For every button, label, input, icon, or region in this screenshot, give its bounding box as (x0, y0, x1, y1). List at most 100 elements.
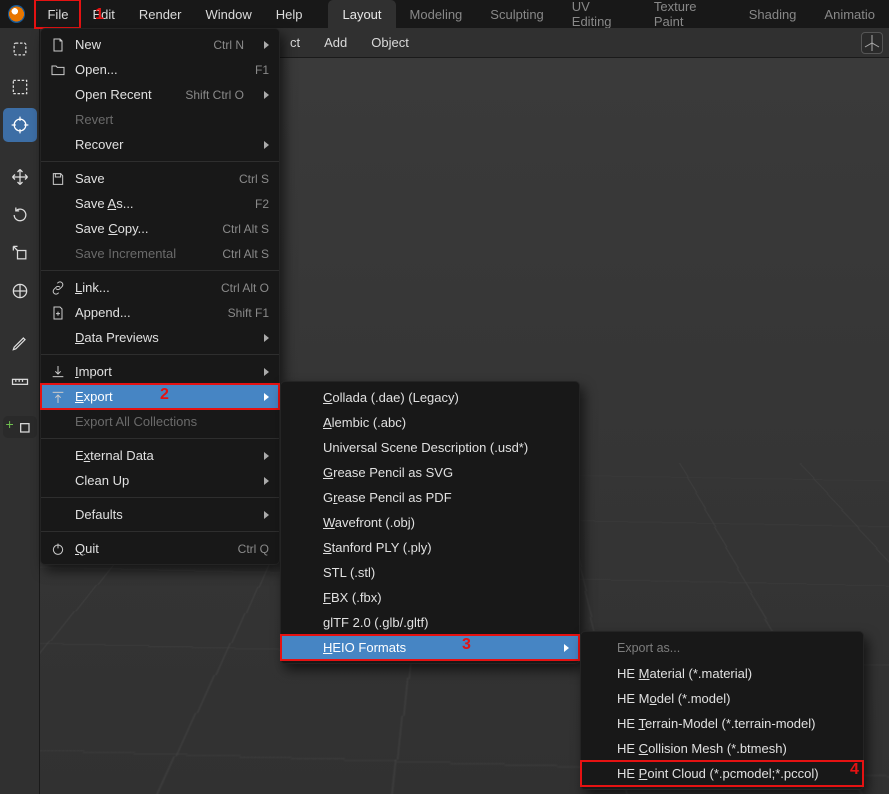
shortcut-text: Ctrl S (239, 172, 269, 186)
menu-edit[interactable]: Edit (80, 0, 126, 28)
tool-move[interactable] (3, 160, 37, 194)
heio-model[interactable]: HE Model (*.model) (581, 686, 863, 711)
tab-shading[interactable]: Shading (735, 0, 811, 28)
export-usd[interactable]: Universal Scene Description (.usd*) (281, 435, 579, 460)
tool-select-box[interactable] (3, 70, 37, 104)
file-append[interactable]: Append... Shift F1 (41, 300, 279, 325)
tool-annotate[interactable] (3, 326, 37, 360)
tool-rotate[interactable] (3, 198, 37, 232)
file-import[interactable]: Import (41, 359, 279, 384)
file-revert-label: Revert (75, 112, 269, 127)
file-import-label: Import (75, 364, 244, 379)
file-open[interactable]: Open... F1 (41, 57, 279, 82)
menu-separator (41, 531, 279, 532)
heio-header: Export as... (581, 635, 863, 661)
link-icon (49, 279, 67, 297)
file-link[interactable]: Link... Ctrl Alt O (41, 275, 279, 300)
export-icon (49, 388, 67, 406)
file-save[interactable]: Save Ctrl S (41, 166, 279, 191)
export-collada[interactable]: Collada (.dae) (Legacy) (281, 385, 579, 410)
file-save-copy[interactable]: Save Copy... Ctrl Alt S (41, 216, 279, 241)
export-gp-pdf[interactable]: Grease Pencil as PDF (281, 485, 579, 510)
submenu-arrow-icon (264, 91, 269, 99)
blank-icon (49, 472, 67, 490)
file-external-data[interactable]: External Data (41, 443, 279, 468)
submenu-arrow-icon (264, 41, 269, 49)
export-wavefront[interactable]: Wavefront (.obj) (281, 510, 579, 535)
blank-icon (49, 329, 67, 347)
tool-measure[interactable] (3, 364, 37, 398)
tab-modeling[interactable]: Modeling (396, 0, 477, 28)
shortcut-text: Ctrl Q (238, 542, 269, 556)
menu-separator (41, 354, 279, 355)
blank-icon (49, 86, 67, 104)
file-append-label: Append... (75, 305, 202, 320)
file-recover-label: Recover (75, 137, 244, 152)
tab-texture-paint[interactable]: Texture Paint (640, 0, 735, 28)
transform-orientation-icon[interactable] (861, 32, 883, 54)
menu-file[interactable]: File (35, 0, 80, 28)
file-save-copy-label: Save Copy... (75, 221, 196, 236)
header-object[interactable]: Object (367, 35, 413, 50)
blank-icon (49, 195, 67, 213)
menu-separator (41, 270, 279, 271)
heio-material[interactable]: HE Material (*.material) (581, 661, 863, 686)
menu-window[interactable]: Window (193, 0, 263, 28)
header-add[interactable]: Add (320, 35, 351, 50)
export-gp-svg[interactable]: Grease Pencil as SVG (281, 460, 579, 485)
file-recover[interactable]: Recover (41, 132, 279, 157)
file-defaults-label: Defaults (75, 507, 244, 522)
menu-help[interactable]: Help (264, 0, 315, 28)
submenu-arrow-icon (264, 477, 269, 485)
tool-scale[interactable] (3, 236, 37, 270)
export-heio-formats[interactable]: HEIO Formats (281, 635, 579, 660)
heio-collision-mesh[interactable]: HE Collision Mesh (*.btmesh) (581, 736, 863, 761)
submenu-arrow-icon (264, 368, 269, 376)
blank-icon (49, 220, 67, 238)
file-data-previews[interactable]: Data Previews (41, 325, 279, 350)
shortcut-text: Shift Ctrl O (185, 88, 244, 102)
header-ct-clip[interactable]: ct (286, 35, 304, 50)
submenu-arrow-icon (264, 141, 269, 149)
tab-layout[interactable]: Layout (328, 0, 395, 28)
save-icon (49, 170, 67, 188)
menu-separator (41, 438, 279, 439)
tool-add-primitive[interactable] (3, 416, 37, 438)
file-save-label: Save (75, 171, 213, 186)
file-clean-up[interactable]: Clean Up (41, 468, 279, 493)
export-stanford-ply[interactable]: Stanford PLY (.ply) (281, 535, 579, 560)
export-alembic[interactable]: Alembic (.abc) (281, 410, 579, 435)
file-open-recent-label: Open Recent (75, 87, 159, 102)
file-export[interactable]: Export (41, 384, 279, 409)
menu-render[interactable]: Render (127, 0, 194, 28)
file-save-as[interactable]: Save As... F2 (41, 191, 279, 216)
file-export-all-collections: Export All Collections (41, 409, 279, 434)
shortcut-text: Ctrl Alt S (222, 247, 269, 261)
tool-tweak[interactable] (3, 32, 37, 66)
export-submenu: Collada (.dae) (Legacy) Alembic (.abc) U… (280, 381, 580, 664)
file-quit[interactable]: Quit Ctrl Q (41, 536, 279, 561)
import-icon (49, 363, 67, 381)
file-export-all-label: Export All Collections (75, 414, 269, 429)
blank-icon (49, 136, 67, 154)
tool-transform[interactable] (3, 274, 37, 308)
blender-logo-icon (8, 5, 25, 23)
tab-animation[interactable]: Animatio (810, 0, 889, 28)
power-icon (49, 540, 67, 558)
file-revert: Revert (41, 107, 279, 132)
tab-sculpting[interactable]: Sculpting (476, 0, 557, 28)
tool-cursor[interactable] (3, 108, 37, 142)
export-gltf[interactable]: glTF 2.0 (.glb/.gltf) (281, 610, 579, 635)
submenu-arrow-icon (264, 393, 269, 401)
blank-icon (49, 506, 67, 524)
export-stl[interactable]: STL (.stl) (281, 560, 579, 585)
tab-uv-editing[interactable]: UV Editing (558, 0, 640, 28)
export-fbx[interactable]: FBX (.fbx) (281, 585, 579, 610)
file-export-label: Export (75, 389, 244, 404)
file-new[interactable]: New Ctrl N (41, 32, 279, 57)
file-open-recent[interactable]: Open Recent Shift Ctrl O (41, 82, 279, 107)
heio-point-cloud[interactable]: HE Point Cloud (*.pcmodel;*.pccol) (581, 761, 863, 786)
heio-submenu: Export as... HE Material (*.material) HE… (580, 631, 864, 790)
file-defaults[interactable]: Defaults (41, 502, 279, 527)
heio-terrain-model[interactable]: HE Terrain-Model (*.terrain-model) (581, 711, 863, 736)
